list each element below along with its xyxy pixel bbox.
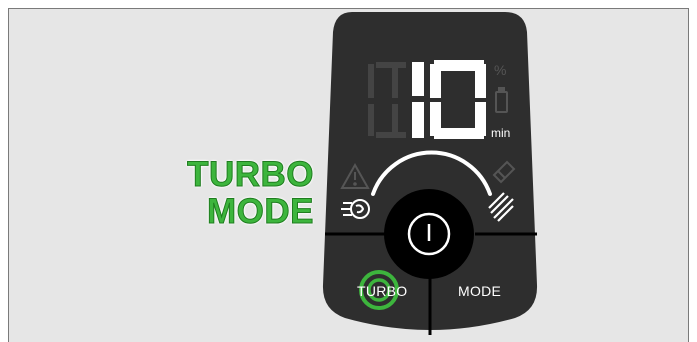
- turbo-button[interactable]: TURBO: [357, 283, 408, 299]
- percent-symbol: %: [494, 62, 507, 78]
- mode-button[interactable]: MODE: [458, 283, 501, 299]
- control-panel: [322, 12, 538, 335]
- time-unit: min: [491, 126, 511, 140]
- power-button[interactable]: [386, 191, 472, 277]
